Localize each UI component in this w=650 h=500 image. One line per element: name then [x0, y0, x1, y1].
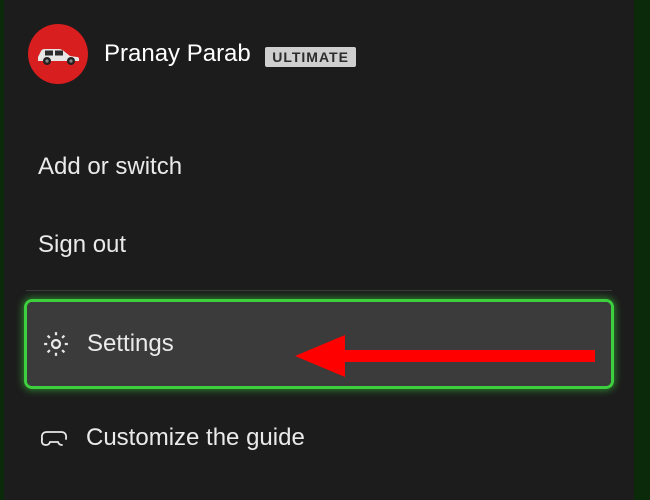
controller-outline-icon	[38, 425, 70, 451]
profile-header[interactable]: Pranay Parab ULTIMATE	[24, 24, 614, 84]
menu-label: Sign out	[38, 231, 126, 259]
menu-customize-guide[interactable]: Customize the guide	[24, 399, 614, 477]
gear-icon	[41, 329, 71, 359]
subscription-badge: ULTIMATE	[265, 47, 356, 67]
menu-label: Add or switch	[38, 153, 182, 181]
divider	[26, 290, 612, 291]
profile-guide-panel: Pranay Parab ULTIMATE Add or switch Sign…	[4, 0, 634, 500]
menu-label: Settings	[87, 330, 174, 358]
profile-name-row: Pranay Parab ULTIMATE	[104, 40, 356, 68]
menu-add-or-switch[interactable]: Add or switch	[24, 128, 614, 206]
menu-sign-out[interactable]: Sign out	[24, 206, 614, 284]
menu-settings[interactable]: Settings	[27, 302, 611, 386]
username: Pranay Parab	[104, 40, 251, 67]
avatar	[28, 24, 88, 84]
menu-label: Customize the guide	[86, 424, 305, 452]
car-icon	[35, 42, 81, 66]
focused-item: Settings	[24, 299, 614, 389]
